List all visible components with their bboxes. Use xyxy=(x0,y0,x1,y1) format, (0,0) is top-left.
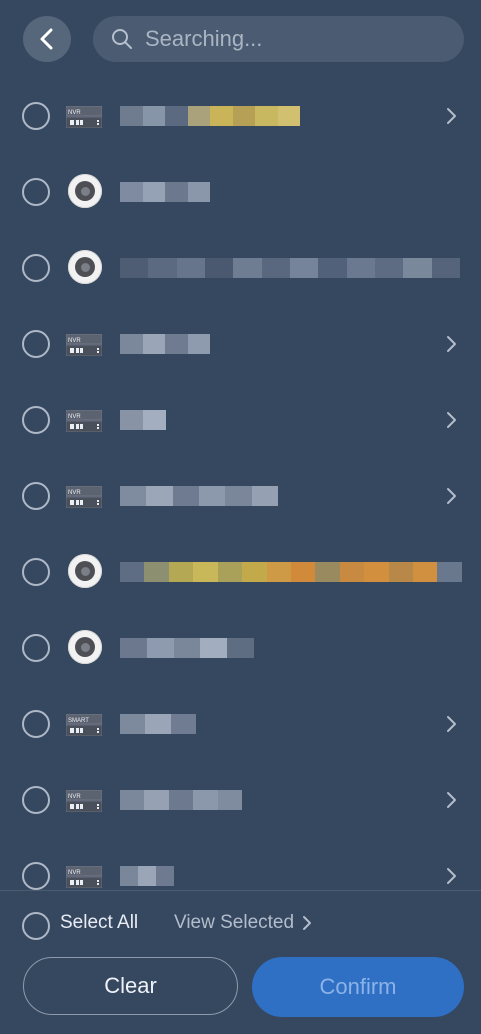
chevron-right-icon[interactable] xyxy=(445,714,459,734)
selection-bar: Select All View Selected xyxy=(0,904,481,944)
device-name-obscured xyxy=(120,790,242,810)
divider xyxy=(0,890,481,891)
chevron-right-icon[interactable] xyxy=(445,106,459,126)
chevron-right-icon[interactable] xyxy=(445,486,459,506)
device-name-obscured xyxy=(120,486,278,506)
back-button[interactable] xyxy=(23,16,71,62)
device-select-radio[interactable] xyxy=(22,482,50,510)
chevron-right-icon[interactable] xyxy=(445,790,459,810)
device-row[interactable] xyxy=(0,610,481,686)
clear-button[interactable]: Clear xyxy=(23,957,238,1015)
device-row[interactable]: NVR xyxy=(0,458,481,534)
device-select-radio[interactable] xyxy=(22,330,50,358)
select-all-label[interactable]: Select All xyxy=(60,912,138,934)
device-name-obscured xyxy=(120,562,462,582)
device-row[interactable] xyxy=(0,230,481,306)
device-select-radio[interactable] xyxy=(22,254,50,282)
device-select-radio[interactable] xyxy=(22,634,50,662)
back-arrow-icon xyxy=(40,28,53,50)
device-row[interactable] xyxy=(0,154,481,230)
chevron-right-icon xyxy=(303,916,312,930)
svg-text:NVR: NVR xyxy=(68,870,81,876)
svg-text:NVR: NVR xyxy=(68,794,81,800)
device-row[interactable] xyxy=(0,534,481,610)
device-select-radio[interactable] xyxy=(22,178,50,206)
camera-icon xyxy=(68,250,102,284)
smart-recorder-icon: SMART xyxy=(65,713,103,737)
confirm-button[interactable]: Confirm xyxy=(252,957,464,1017)
search-bar[interactable] xyxy=(93,16,464,62)
search-input[interactable] xyxy=(143,25,447,53)
nvr-icon: NVR xyxy=(65,485,103,509)
device-name-obscured xyxy=(120,182,210,202)
chevron-right-icon[interactable] xyxy=(445,410,459,430)
svg-text:SMART: SMART xyxy=(68,718,89,724)
device-row[interactable]: NVR xyxy=(0,838,481,914)
svg-text:NVR: NVR xyxy=(68,338,81,344)
device-row[interactable]: NVR xyxy=(0,762,481,838)
nvr-icon: NVR xyxy=(65,105,103,129)
select-all-radio[interactable] xyxy=(22,912,50,940)
device-select-radio[interactable] xyxy=(22,710,50,738)
nvr-icon: NVR xyxy=(65,333,103,357)
device-select-radio[interactable] xyxy=(22,786,50,814)
svg-text:NVR: NVR xyxy=(68,110,81,116)
device-select-radio[interactable] xyxy=(22,102,50,130)
svg-text:NVR: NVR xyxy=(68,414,81,420)
camera-icon xyxy=(68,630,102,664)
device-name-obscured xyxy=(120,106,300,126)
device-name-obscured xyxy=(120,410,166,430)
svg-text:NVR: NVR xyxy=(68,490,81,496)
chevron-right-icon[interactable] xyxy=(445,334,459,354)
device-row[interactable]: NVR xyxy=(0,78,481,154)
device-row[interactable]: SMART xyxy=(0,686,481,762)
device-row[interactable]: NVR xyxy=(0,306,481,382)
device-select-radio[interactable] xyxy=(22,406,50,434)
device-name-obscured xyxy=(120,334,210,354)
nvr-icon: NVR xyxy=(65,865,103,889)
nvr-icon: NVR xyxy=(65,409,103,433)
device-select-radio[interactable] xyxy=(22,862,50,890)
device-name-obscured xyxy=(120,714,196,734)
chevron-right-icon[interactable] xyxy=(445,866,459,886)
search-icon xyxy=(111,28,133,50)
device-name-obscured xyxy=(120,638,254,658)
nvr-icon: NVR xyxy=(65,789,103,813)
camera-icon xyxy=(68,174,102,208)
device-select-radio[interactable] xyxy=(22,558,50,586)
device-name-obscured xyxy=(120,258,460,278)
header xyxy=(0,0,481,78)
device-list: NVR NVR NVR NVR SMART NVR NVR xyxy=(0,78,481,914)
device-row[interactable]: NVR xyxy=(0,382,481,458)
camera-icon xyxy=(68,554,102,588)
view-selected-label: View Selected xyxy=(174,912,295,933)
view-selected-link[interactable]: View Selected xyxy=(174,912,312,934)
device-name-obscured xyxy=(120,866,174,886)
